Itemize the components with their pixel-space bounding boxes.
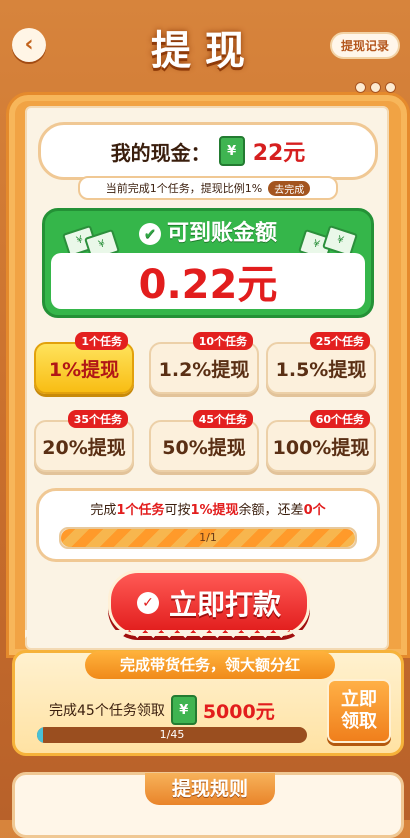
option-1pct[interactable]: 1个任务 1%提现	[34, 332, 134, 394]
pay-now-label: 立即打款	[168, 588, 281, 621]
check-icon: ✓	[136, 592, 159, 614]
arrival-body: 0.22元	[51, 253, 365, 309]
bonus-amount: 5000元	[202, 700, 275, 723]
money-icon: ¥	[218, 136, 245, 166]
cash-label: 我的现金：	[110, 140, 211, 165]
progress-bar: 1/1	[59, 527, 357, 549]
withdraw-record-button[interactable]: 提现记录	[329, 32, 400, 59]
rules-card: 提现规则	[12, 772, 404, 838]
cash-value: 22元	[252, 141, 306, 166]
progress-label: 1/1	[199, 531, 217, 544]
claim-now-button[interactable]: 立即 领取	[327, 679, 391, 743]
frame-dots	[355, 82, 396, 93]
option-badge: 35个任务	[67, 410, 128, 428]
option-label: 20%提现	[42, 436, 126, 459]
option-badge: 45个任务	[192, 410, 253, 428]
arrival-title: 可到账金额	[166, 221, 277, 246]
bonus-progress-label: 1/45	[159, 728, 185, 741]
bonus-title: 完成带货任务，领大额分红	[85, 651, 335, 679]
option-badge: 1个任务	[75, 332, 128, 350]
arrival-card: ¥ ¥ ¥ ¥ ✔ 可到账金额 0.22元	[42, 208, 374, 318]
option-1-5pct[interactable]: 25个任务 1.5%提现	[266, 332, 376, 394]
task-tip: 当前完成1个任务，提现比例1% 去完成	[78, 176, 338, 200]
rules-title: 提现规则	[145, 773, 275, 805]
bonus-card: 完成带货任务，领大额分红 完成45个任务领取 ¥ 5000元 立即 领取 1/45	[12, 650, 404, 756]
option-50pct[interactable]: 45个任务 50%提现	[149, 410, 259, 472]
go-complete-button[interactable]: 去完成	[268, 180, 311, 196]
task-tip-text: 当前完成1个任务，提现比例1%	[105, 182, 263, 195]
option-badge: 60个任务	[309, 410, 370, 428]
pay-now-button[interactable]: ✓ 立即打款	[108, 570, 310, 636]
option-badge: 10个任务	[192, 332, 253, 350]
arrival-title-row: ✔ 可到账金额	[45, 215, 371, 247]
progress-card: 完成1个任务可按1%提现余额，还差0个 1/1	[36, 488, 380, 562]
option-label: 1.5%提现	[275, 358, 367, 381]
check-icon: ✔	[138, 223, 161, 245]
bonus-desc: 完成45个任务领取	[49, 703, 165, 719]
option-label: 50%提现	[162, 436, 246, 459]
ticket-edge	[25, 630, 385, 646]
option-100pct[interactable]: 60个任务 100%提现	[266, 410, 376, 472]
bonus-progress-bar: 1/45	[37, 727, 307, 743]
money-icon: ¥	[170, 695, 197, 725]
bonus-desc-row: 完成45个任务领取 ¥ 5000元	[49, 695, 275, 725]
option-label: 1%提现	[48, 358, 120, 381]
option-label: 100%提现	[272, 436, 370, 459]
arrival-value: 0.22元	[138, 262, 278, 308]
progress-text: 完成1个任务可按1%提现余额，还差0个	[90, 503, 326, 518]
cash-box: 我的现金： ¥ 22元	[38, 122, 378, 180]
option-badge: 25个任务	[309, 332, 370, 350]
option-20pct[interactable]: 35个任务 20%提现	[34, 410, 134, 472]
option-label: 1.2%提现	[158, 358, 250, 381]
option-1-2pct[interactable]: 10个任务 1.2%提现	[149, 332, 259, 394]
